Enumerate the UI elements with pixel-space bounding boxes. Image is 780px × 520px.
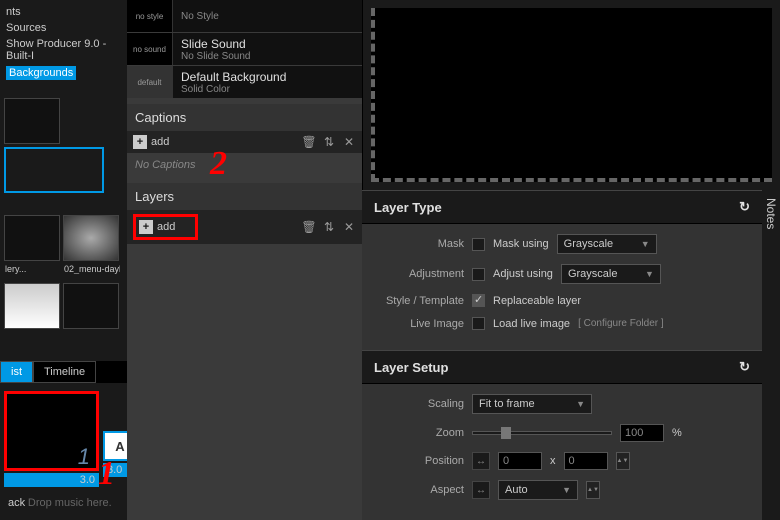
percent-label: % [672, 427, 682, 439]
right-panel: Layer Type ↻ Mask Mask using Grayscale▼ … [362, 0, 780, 520]
layers-header: Layers [127, 183, 362, 210]
plus-icon: + [139, 220, 153, 234]
live-image-checkbox[interactable] [472, 317, 485, 330]
position-y-input[interactable]: 0 [564, 452, 608, 470]
prop-slide-style[interactable]: no style No Style [127, 0, 362, 32]
thumbnail[interactable]: lery... [4, 215, 60, 261]
mask-label: Mask [374, 238, 464, 250]
tree-item[interactable]: Sources [2, 20, 125, 36]
left-panel: nts Sources Show Producer 9.0 - Built-I … [0, 0, 127, 520]
zoom-label: Zoom [374, 427, 464, 439]
scaling-label: Scaling [374, 398, 464, 410]
timeline-slide[interactable]: 1 3.0 [4, 391, 99, 487]
thumbnail[interactable] [4, 98, 60, 144]
refresh-icon[interactable]: ↻ [739, 359, 750, 375]
adjustment-checkbox[interactable] [472, 268, 485, 281]
plus-icon: + [133, 135, 147, 149]
thumbnail[interactable] [63, 283, 119, 329]
sort-icon[interactable]: ⇅ [322, 135, 336, 149]
position-stepper[interactable]: ▲▼ [616, 452, 630, 470]
load-live-label: Load live image [493, 318, 570, 330]
adjustment-label: Adjustment [374, 268, 464, 280]
timeline-area: 1 3.0 A 3.0 ack Drop music here. [0, 387, 127, 517]
source-tree: nts Sources Show Producer 9.0 - Built-I … [0, 0, 127, 86]
aspect-label: Aspect [374, 484, 464, 496]
tools-icon[interactable]: ✕ [342, 220, 356, 234]
annotation-2: 2 [210, 145, 227, 183]
adjust-mode-select[interactable]: Grayscale▼ [561, 264, 661, 284]
notes-tab[interactable]: Notes [762, 190, 780, 520]
replaceable-checkbox[interactable] [472, 294, 485, 307]
mask-checkbox[interactable] [472, 238, 485, 251]
layer-type-header: Layer Type ↻ [362, 190, 762, 224]
tree-item[interactable]: nts [2, 4, 125, 20]
thumbnail-selected[interactable] [4, 147, 104, 193]
link-aspect-icon[interactable]: ↔ [472, 481, 490, 499]
tab-timeline[interactable]: Timeline [33, 361, 96, 383]
trash-icon[interactable]: 🗑 [302, 220, 316, 234]
config-folder-link[interactable]: [ Configure Folder ] [578, 318, 664, 329]
music-track[interactable]: ack Drop music here. [4, 493, 123, 513]
layer-setup-header: Layer Setup ↻ [362, 350, 762, 384]
aspect-stepper[interactable]: ▲▼ [586, 481, 600, 499]
adjust-using-label: Adjust using [493, 268, 553, 280]
no-captions-label: No Captions [127, 153, 362, 177]
aspect-select[interactable]: Auto▼ [498, 480, 578, 500]
tree-item[interactable]: Show Producer 9.0 - Built-I [2, 36, 125, 64]
tools-icon[interactable]: ✕ [342, 135, 356, 149]
tab-list[interactable]: ist [0, 361, 33, 383]
prop-background[interactable]: default Default BackgroundSolid Color [127, 66, 362, 98]
thumbnails-panel: lery... 02_menu-daylig... [0, 94, 127, 333]
zoom-slider[interactable] [472, 431, 612, 435]
thumbnail[interactable] [4, 283, 60, 329]
replaceable-label: Replaceable layer [493, 295, 581, 307]
annotation-1: 1 [98, 455, 115, 493]
position-x-input[interactable]: 0 [498, 452, 542, 470]
trash-icon[interactable]: 🗑 [302, 135, 316, 149]
position-label: Position [374, 455, 464, 467]
x-label: x [550, 455, 556, 467]
prop-slide-sound[interactable]: no sound Slide SoundNo Slide Sound [127, 33, 362, 65]
scaling-select[interactable]: Fit to frame▼ [472, 394, 592, 414]
thumbnail[interactable]: 02_menu-daylig... [63, 215, 119, 261]
link-x-icon[interactable]: ↔ [472, 452, 490, 470]
mask-mode-select[interactable]: Grayscale▼ [557, 234, 657, 254]
mask-using-label: Mask using [493, 238, 549, 250]
zoom-input[interactable]: 100 [620, 424, 664, 442]
add-layer-button[interactable]: + add [133, 214, 198, 240]
properties-panel: no style No Style no sound Slide SoundNo… [127, 0, 362, 520]
captions-header: Captions [127, 104, 362, 131]
style-template-label: Style / Template [374, 295, 464, 307]
live-image-label: Live Image [374, 318, 464, 330]
add-caption-button[interactable]: + add [133, 135, 169, 149]
view-tabs: ist Timeline [0, 361, 127, 383]
tree-item-selected[interactable]: Backgrounds [2, 64, 125, 82]
preview-area [362, 0, 780, 190]
sort-icon[interactable]: ⇅ [322, 220, 336, 234]
refresh-icon[interactable]: ↻ [739, 199, 750, 215]
